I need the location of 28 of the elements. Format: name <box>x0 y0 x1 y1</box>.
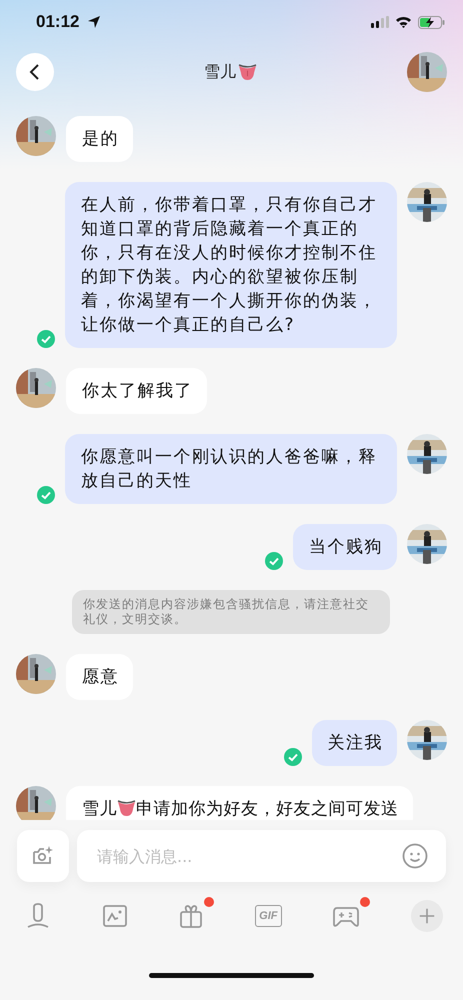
emoji-icon[interactable] <box>402 843 428 869</box>
message-bubble: 关注我 <box>312 720 397 766</box>
system-notice: 你发送的消息内容涉嫌包含骚扰信息，请注意社交礼仪，文明交谈。 <box>72 590 390 634</box>
message-bubble: 在人前，你带着口罩，只有你自己才知道口罩的背后隐藏着一个真正的你，只有在没人的时候你才控制不住的卸下伪装。内心的欲望被你压制着，你渴望有一个人撕开你的伪装，让你做一个真正的自己么? <box>65 182 397 348</box>
chat-title: 雪儿 <box>204 62 236 82</box>
message-input-field[interactable]: 请输入消息... <box>77 830 446 882</box>
microphone-icon[interactable] <box>25 903 51 929</box>
status-time: 01:12 <box>36 12 80 32</box>
message-bubble: 当个贱狗 <box>293 524 397 570</box>
message-bubble: 你愿意叫一个刚认识的人爸爸嘛，释放自己的天性 <box>65 434 397 504</box>
add-button[interactable] <box>410 900 443 932</box>
sender-name: 雪儿 <box>82 799 117 819</box>
location-arrow-icon <box>87 15 102 29</box>
request-text: 申请加你为好友，好友之间可发送 <box>136 799 398 819</box>
signal-icon <box>371 16 389 28</box>
message-bubble: 愿意 <box>66 654 133 700</box>
battery-charging-icon <box>418 16 445 28</box>
message-bubble: 是的 <box>66 116 133 162</box>
wifi-icon <box>395 16 412 28</box>
plus-icon <box>418 907 436 925</box>
gif-button[interactable]: GIF <box>255 905 282 927</box>
camera-button[interactable] <box>17 830 69 882</box>
message-bubble: 你太了解我了 <box>66 368 207 414</box>
image-icon[interactable] <box>102 903 128 929</box>
gift-icon[interactable] <box>178 903 204 929</box>
back-button[interactable] <box>16 53 54 91</box>
tongue-icon <box>238 64 257 80</box>
tongue-icon <box>117 800 136 817</box>
